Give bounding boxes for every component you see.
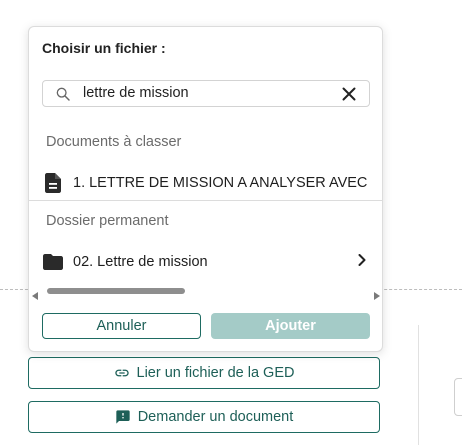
file-picker-popup: Choisir un fichier : lettre de mission D… [28,26,383,352]
scroll-right-icon[interactable] [374,287,380,305]
document-icon [43,173,63,193]
offscreen-control[interactable] [454,378,462,416]
group-label-documents-a-classer: Documents à classer [46,134,182,150]
folder-item[interactable]: 02. Lettre de mission [29,245,382,279]
add-button[interactable]: Ajouter [211,313,370,339]
search-input[interactable]: lettre de mission [42,80,370,107]
search-icon [55,86,71,107]
search-value: lettre de mission [83,85,189,101]
folder-icon [43,254,63,270]
cancel-button[interactable]: Annuler [42,313,201,339]
popup-title: Choisir un fichier : [42,40,166,56]
column-divider [418,325,419,445]
scroll-left-icon[interactable] [32,287,38,305]
feedback-icon [115,409,131,425]
link-ged-file-button[interactable]: Lier un fichier de la GED [28,357,380,389]
folder-item-label: 02. Lettre de mission [73,254,208,270]
file-item-label: 1. LETTRE DE MISSION A ANALYSER AVEC [73,175,368,191]
group-divider [29,200,382,201]
request-document-button[interactable]: Demander un document [28,401,380,433]
horizontal-scrollbar[interactable] [32,286,380,300]
link-icon [114,365,130,381]
file-item[interactable]: 1. LETTRE DE MISSION A ANALYSER AVEC [29,166,382,200]
request-document-label: Demander un document [137,409,294,425]
chevron-right-icon[interactable] [358,254,366,270]
link-ged-file-label: Lier un fichier de la GED [136,365,295,381]
scrollbar-thumb[interactable] [47,288,185,294]
close-icon[interactable] [342,87,356,106]
group-label-dossier-permanent: Dossier permanent [46,213,169,229]
